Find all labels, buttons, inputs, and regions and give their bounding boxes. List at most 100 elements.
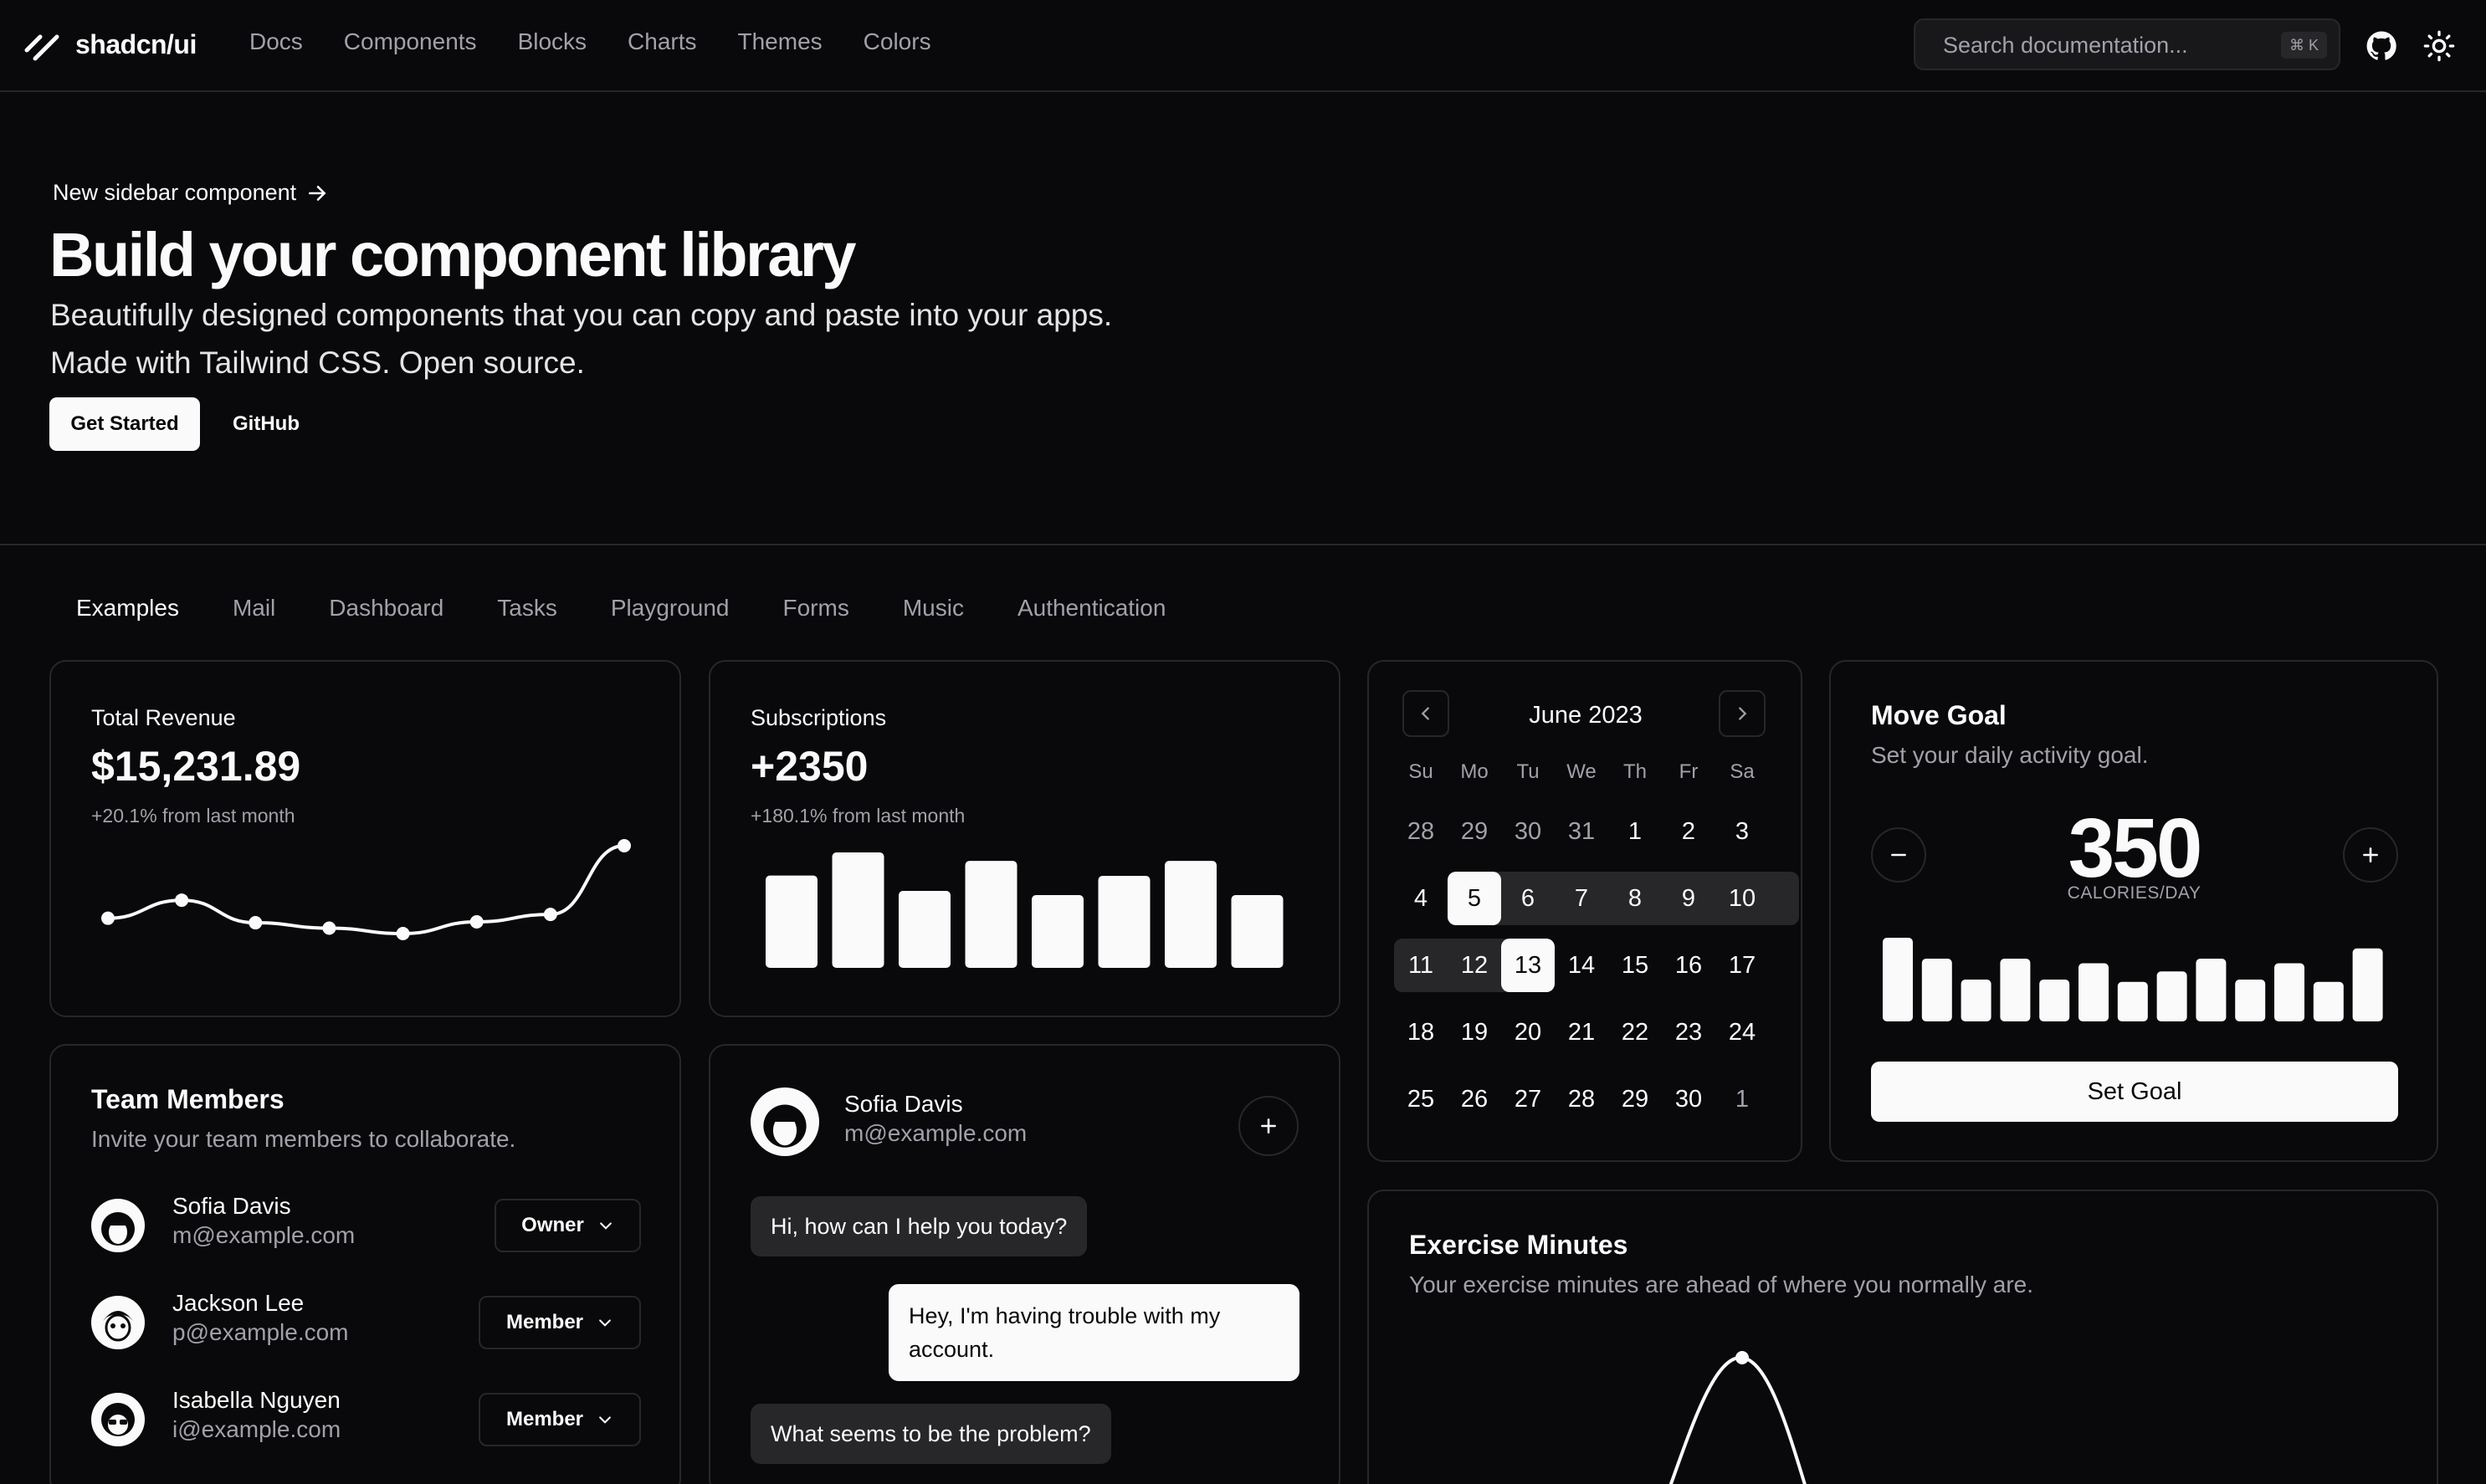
section-divider (0, 544, 2486, 545)
member-name: Isabella Nguyen (172, 1387, 341, 1413)
calendar-day[interactable]: 8 (1608, 872, 1662, 925)
search-shortcut: ⌘ K (2280, 32, 2327, 59)
calendar-day[interactable]: 21 (1555, 1006, 1608, 1059)
chevron-down-icon (599, 1222, 612, 1230)
chat-avatar (751, 1087, 819, 1156)
nav-charts[interactable]: Charts (628, 28, 696, 55)
calendar-weekday: Fr (1679, 760, 1699, 783)
calendar-day[interactable]: 16 (1662, 939, 1715, 992)
move-goal-card: Move Goal Set your daily activity goal. … (1829, 660, 2438, 1162)
tab-dashboard[interactable]: Dashboard (329, 595, 443, 622)
calendar-day[interactable]: 18 (1394, 1006, 1448, 1059)
avatar (91, 1296, 145, 1349)
nav-components[interactable]: Components (344, 28, 477, 55)
calendar-day[interactable]: 13 (1501, 939, 1555, 992)
goal-bar (2000, 959, 2031, 1021)
subscriptions-bar (965, 861, 1017, 968)
tab-forms[interactable]: Forms (783, 595, 849, 622)
goal-bar (2313, 981, 2344, 1021)
github-icon[interactable] (2365, 29, 2398, 63)
calendar-day[interactable]: 28 (1555, 1072, 1608, 1126)
calendar-day[interactable]: 23 (1662, 1006, 1715, 1059)
nav-themes[interactable]: Themes (738, 28, 823, 55)
calendar-day[interactable]: 31 (1555, 805, 1608, 858)
calendar-weekday: Tu (1516, 760, 1540, 783)
calendar-day[interactable]: 22 (1608, 1006, 1662, 1059)
tab-playground[interactable]: Playground (611, 595, 730, 622)
calendar-day[interactable]: 10 (1715, 872, 1769, 925)
calendar-day[interactable]: 5 (1448, 872, 1501, 925)
avatar (91, 1393, 145, 1446)
get-started-button[interactable]: Get Started (49, 397, 200, 451)
tab-examples[interactable]: Examples (76, 595, 179, 622)
calendar-day[interactable]: 25 (1394, 1072, 1448, 1126)
calendar-day[interactable]: 27 (1501, 1072, 1555, 1126)
revenue-point (469, 914, 484, 929)
calendar-weekday: Su (1408, 760, 1433, 783)
calendar-day[interactable]: 14 (1555, 939, 1608, 992)
calendar-day[interactable]: 30 (1501, 805, 1555, 858)
role-select[interactable]: Owner (495, 1199, 641, 1252)
announcement-link[interactable]: New sidebar component (53, 180, 328, 206)
calendar-day[interactable]: 1 (1608, 805, 1662, 858)
revenue-card: Total Revenue $15,231.89 +20.1% from las… (49, 660, 681, 1017)
revenue-point (396, 927, 410, 940)
tab-tasks[interactable]: Tasks (497, 595, 557, 622)
role-select[interactable]: Member (479, 1296, 641, 1349)
calendar-day[interactable]: 17 (1715, 939, 1769, 992)
theme-toggle-icon[interactable] (2422, 29, 2456, 63)
calendar-day[interactable]: 11 (1394, 939, 1448, 992)
calendar-day[interactable]: 1 (1715, 1072, 1769, 1126)
role-label: Member (505, 1311, 584, 1333)
subscriptions-bar-chart (766, 852, 1284, 968)
chevron-down-icon (599, 1319, 611, 1327)
calendar-day[interactable]: 30 (1662, 1072, 1715, 1126)
calendar-day[interactable]: 29 (1608, 1072, 1662, 1126)
exercise-line (1620, 1301, 1759, 1484)
nav-docs[interactable]: Docs (249, 28, 303, 55)
team-members-card: Team Members Invite your team members to… (49, 1044, 681, 1484)
calendar-day[interactable]: 9 (1662, 872, 1715, 925)
calendar-day[interactable]: 24 (1715, 1006, 1769, 1059)
goal-bar (1883, 938, 1913, 1021)
logo[interactable]: shadcn/ui (23, 25, 197, 64)
nav-colors[interactable]: Colors (864, 28, 931, 55)
nav-blocks[interactable]: Blocks (518, 28, 587, 55)
avatar-image (103, 1311, 133, 1342)
search-placeholder: Search documentation... (1943, 33, 2188, 58)
calendar-day[interactable]: 15 (1608, 939, 1662, 992)
calendar-day[interactable]: 19 (1448, 1006, 1501, 1059)
search-input[interactable]: Search documentation... ⌘ K (1914, 18, 2340, 70)
subscriptions-card: Subscriptions +2350 +180.1% from last mo… (709, 660, 1340, 1017)
avatar (91, 1199, 145, 1252)
calendar-day[interactable]: 28 (1394, 805, 1448, 858)
new-message-button[interactable] (1238, 1096, 1299, 1156)
goal-bar (1921, 959, 1952, 1021)
calendar-day[interactable]: 6 (1501, 872, 1555, 925)
calendar-day[interactable]: 3 (1715, 805, 1769, 858)
chat-card: Sofia Davis m@example.com Hi, how can I … (709, 1044, 1340, 1484)
revenue-line (107, 844, 625, 936)
set-goal-button[interactable]: Set Goal (1871, 1062, 2398, 1122)
chat-message-incoming: What seems to be the problem? (751, 1404, 1111, 1464)
calendar-day[interactable]: 12 (1448, 939, 1501, 992)
role-select[interactable]: Member (479, 1393, 641, 1446)
goal-bar (2117, 981, 2148, 1021)
calendar-day[interactable]: 7 (1555, 872, 1608, 925)
logo-icon (24, 34, 59, 61)
member-name: Jackson Lee (172, 1290, 305, 1316)
calendar-next-button[interactable] (1719, 690, 1766, 737)
calendar-day[interactable]: 2 (1662, 805, 1715, 858)
goal-bar (1961, 980, 1991, 1021)
calendar-day[interactable]: 20 (1501, 1006, 1555, 1059)
calendar-day[interactable]: 26 (1448, 1072, 1501, 1126)
tab-authentication[interactable]: Authentication (1017, 595, 1166, 622)
exercise-point (1735, 1351, 1749, 1364)
calendar-day[interactable]: 29 (1448, 805, 1501, 858)
tab-music[interactable]: Music (903, 595, 964, 622)
announcement-text: New sidebar component (53, 180, 297, 205)
github-button[interactable]: GitHub (216, 397, 316, 451)
tab-mail[interactable]: Mail (233, 595, 275, 622)
calendar-day[interactable]: 4 (1394, 872, 1448, 925)
revenue-point (543, 908, 557, 922)
